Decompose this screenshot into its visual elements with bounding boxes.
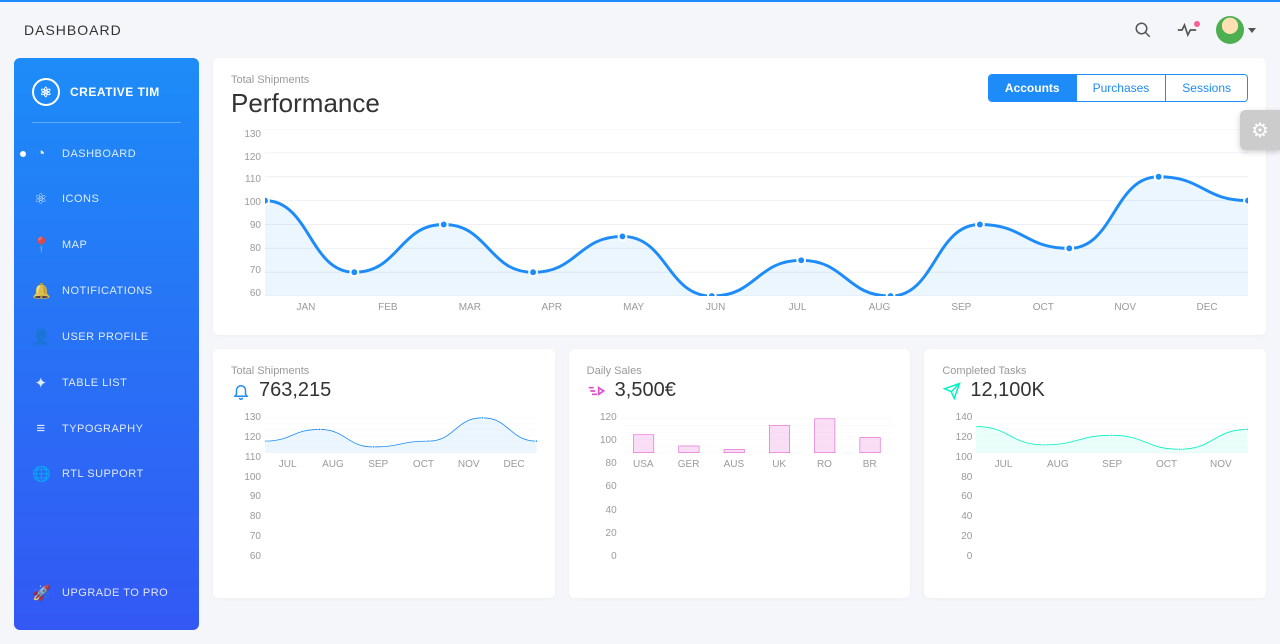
tab-purchases[interactable]: Purchases [1076,75,1166,101]
puzzle-icon: ✦ [32,374,50,392]
tab-accounts[interactable]: Accounts [989,75,1076,101]
rocket-icon: 🚀 [32,584,50,602]
user-icon: 👤 [32,328,50,346]
shipments-subtitle: Total Shipments [231,365,537,377]
send-icon [942,381,962,401]
sidebar-item-rtl-support[interactable]: 🌐 RTL SUPPORT [14,451,199,497]
tasks-subtitle: Completed Tasks [942,365,1248,377]
sidebar-item-label: RTL SUPPORT [62,468,144,480]
activity-icon[interactable] [1172,23,1202,37]
sidebar-item-dashboard[interactable]: ◔ DASHBOARD [14,131,199,176]
sales-value: 3,500€ [615,379,676,402]
pin-icon: 📍 [32,236,50,254]
sidebar-item-upgrade[interactable]: 🚀 UPGRADE TO PRO [14,570,199,616]
avatar[interactable] [1216,16,1244,44]
shipments-card: Total Shipments 763,215 1301201101009080… [213,349,555,598]
bell-icon [231,381,251,401]
sidebar-item-label: ICONS [62,193,99,205]
delivery-icon [587,381,607,401]
performance-card: Total Shipments Performance Accounts Pur… [213,58,1266,335]
sidebar-item-map[interactable]: 📍 MAP [14,222,199,268]
tasks-card: Completed Tasks 12,100K 1401201008060402… [924,349,1266,598]
sales-chart: 120100806040200 USAGERAUSUKROBR [587,412,893,582]
sales-subtitle: Daily Sales [587,365,893,377]
sidebar-item-label: MAP [62,239,87,251]
performance-subtitle: Total Shipments [231,74,380,86]
tab-sessions[interactable]: Sessions [1165,75,1247,101]
align-icon: ≡ [32,420,50,437]
notification-dot [1194,21,1200,27]
settings-fab[interactable]: ⚙ [1240,110,1280,150]
sidebar-item-notifications[interactable]: 🔔 NOTIFICATIONS [14,268,199,314]
user-menu-caret-icon[interactable] [1248,28,1256,33]
gear-icon: ⚙ [1251,118,1269,143]
tasks-chart: 140120100806040200 JULAUGSEPOCTNOV [942,412,1248,582]
atom-icon: ⚛ [32,190,50,208]
sidebar-item-label: DASHBOARD [62,148,136,160]
tasks-value: 12,100K [970,379,1045,402]
brand-icon: ⚛ [32,78,60,106]
sidebar-item-table-list[interactable]: ✦ TABLE LIST [14,360,199,406]
brand[interactable]: ⚛ CREATIVE TIM [14,72,199,122]
sidebar-item-user-profile[interactable]: 👤 USER PROFILE [14,314,199,360]
search-icon[interactable] [1128,21,1158,39]
sidebar-item-typography[interactable]: ≡ TYPOGRAPHY [14,406,199,451]
shipments-value: 763,215 [259,379,331,402]
chart-pie-icon: ◔ [32,145,50,162]
sidebar-item-icons[interactable]: ⚛ ICONS [14,176,199,222]
globe-icon: 🌐 [32,465,50,483]
sidebar: ⚛ CREATIVE TIM ◔ DASHBOARD ⚛ ICONS 📍 MAP… [14,58,199,630]
performance-tabs: Accounts Purchases Sessions [988,74,1248,102]
sidebar-item-label: USER PROFILE [62,331,149,343]
performance-chart: 13012011010090807060 JANFEBMARAPRMAYJUNJ… [231,129,1248,319]
topbar: DASHBOARD [0,2,1280,58]
page-title: DASHBOARD [24,22,122,38]
sidebar-item-label: TYPOGRAPHY [62,423,143,435]
sidebar-item-label: UPGRADE TO PRO [62,587,168,599]
bell-icon: 🔔 [32,282,50,300]
shipments-chart: 13012011010090807060 JULAUGSEPOCTNOVDEC [231,412,537,582]
sales-card: Daily Sales 3,500€ 120100806040200 USAGE… [569,349,911,598]
brand-label: CREATIVE TIM [70,85,160,99]
main-content: Total Shipments Performance Accounts Pur… [213,58,1266,630]
sidebar-item-label: NOTIFICATIONS [62,285,153,297]
sidebar-item-label: TABLE LIST [62,377,127,389]
performance-title: Performance [231,88,380,119]
